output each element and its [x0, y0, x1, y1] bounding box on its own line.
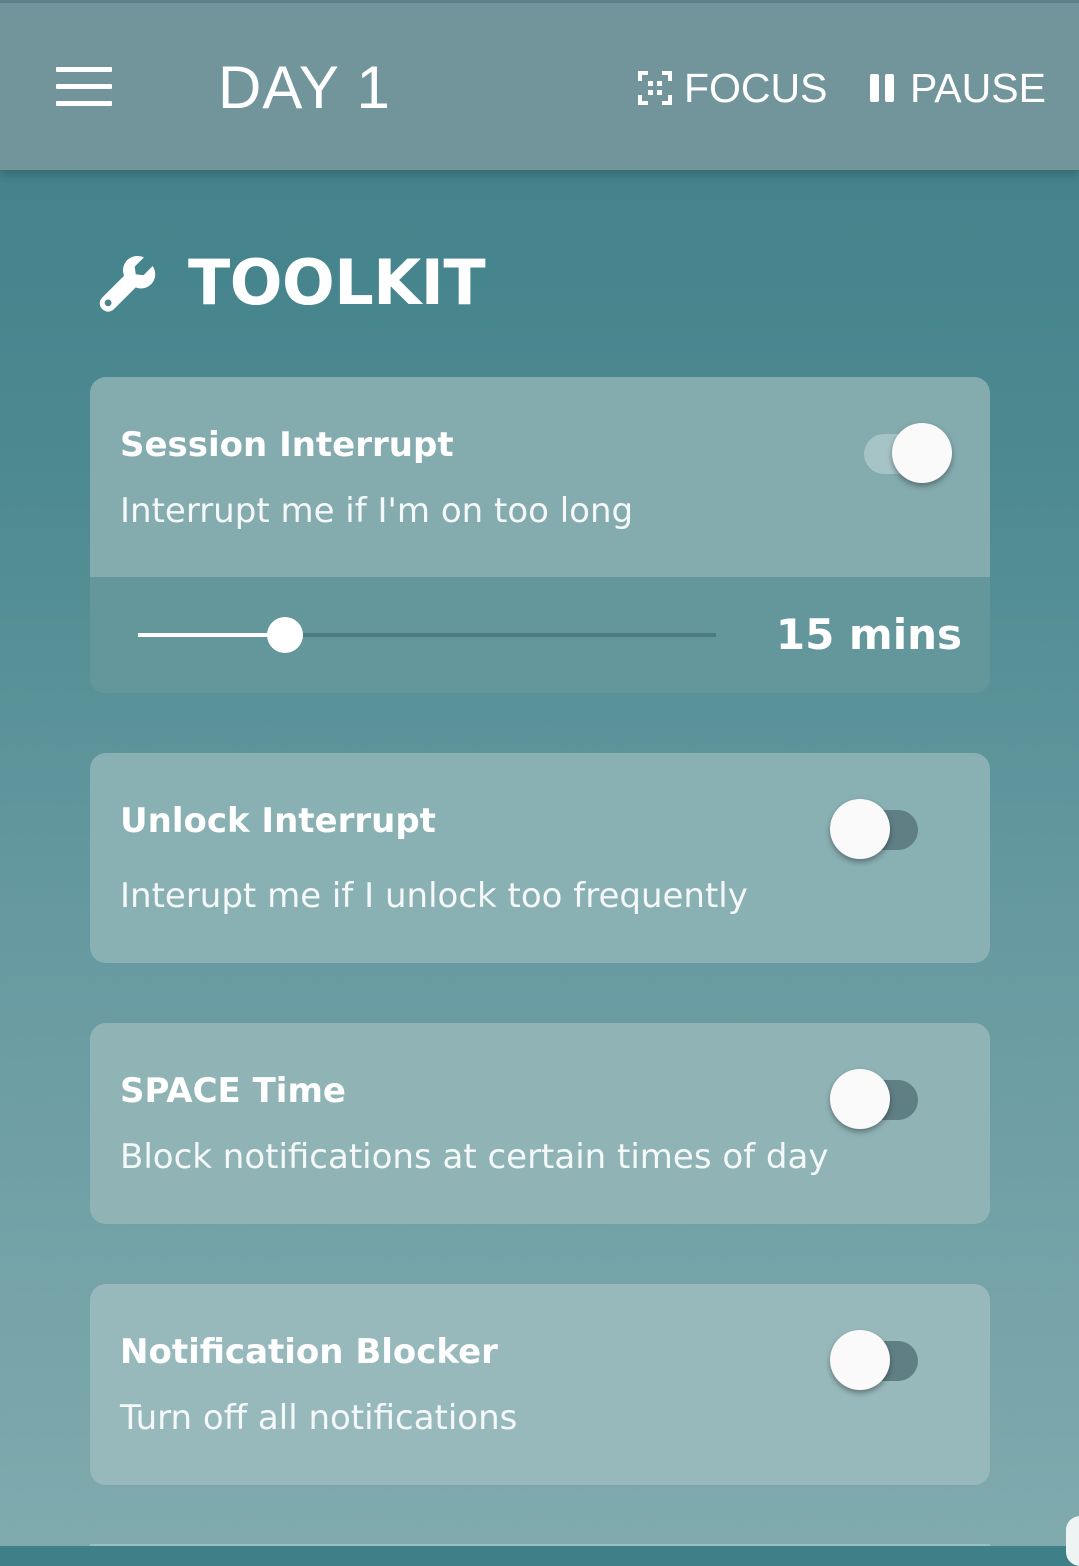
- scroll-handle[interactable]: [1066, 1516, 1079, 1566]
- card-description: Block notifications at certain times of …: [120, 1137, 829, 1177]
- card-description: Interrupt me if I'm on too long: [120, 491, 634, 531]
- card-session-interrupt: Session Interrupt Interrupt me if I'm on…: [90, 377, 990, 693]
- focus-button[interactable]: FOCUS: [638, 56, 828, 120]
- session-interrupt-toggle[interactable]: [852, 415, 952, 483]
- page-title: DAY 1: [218, 54, 391, 121]
- session-length-slider[interactable]: [138, 615, 716, 655]
- pause-button[interactable]: PAUSE: [868, 56, 1046, 120]
- card-space-time: SPACE Time Block notifications at certai…: [90, 1023, 990, 1224]
- unlock-interrupt-toggle[interactable]: [830, 791, 930, 859]
- toolkit-header: TOOLKIT: [96, 240, 486, 326]
- space-time-toggle[interactable]: [830, 1061, 930, 1129]
- pause-icon: [870, 74, 894, 102]
- card-title: Session Interrupt: [120, 425, 454, 465]
- focus-frame-icon: [638, 71, 672, 105]
- card-notification-blocker: Notification Blocker Turn off all notifi…: [90, 1284, 990, 1485]
- app-bar: DAY 1 FOCUS PAUSE: [0, 0, 1079, 170]
- pause-label: PAUSE: [910, 65, 1046, 111]
- notification-blocker-toggle[interactable]: [830, 1322, 930, 1390]
- session-length-panel: 15 mins: [90, 577, 990, 693]
- slider-fill: [138, 633, 285, 637]
- card-description: Interupt me if I unlock too frequently: [120, 876, 748, 916]
- wrench-icon: [99, 255, 156, 312]
- session-length-value: 15 mins: [775, 610, 962, 659]
- card-description: Turn off all notifications: [120, 1398, 518, 1438]
- card-title: Unlock Interrupt: [120, 801, 436, 841]
- card-title: Notification Blocker: [120, 1332, 498, 1372]
- hamburger-menu-icon[interactable]: [40, 52, 130, 122]
- slider-thumb[interactable]: [267, 617, 303, 653]
- card-title: SPACE Time: [120, 1071, 346, 1111]
- focus-label: FOCUS: [684, 65, 828, 111]
- section-title: TOOLKIT: [188, 246, 486, 319]
- status-divider: [0, 0, 1079, 3]
- card-unlock-interrupt: Unlock Interrupt Interupt me if I unlock…: [90, 753, 990, 963]
